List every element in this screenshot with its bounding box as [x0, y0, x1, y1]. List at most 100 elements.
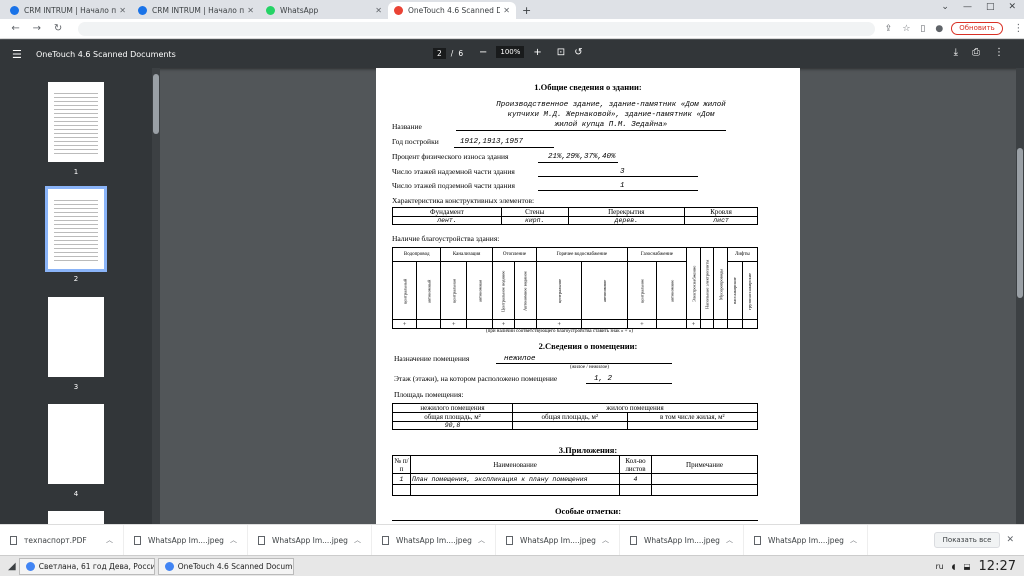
- browser-tab-onetouch[interactable]: OneTouch 4.6 Scanned Do ✕: [388, 2, 516, 19]
- forward-icon[interactable]: →: [31, 23, 42, 34]
- back-icon[interactable]: ←: [10, 23, 21, 34]
- amenity-group: Водопровод: [391, 247, 442, 262]
- print-icon[interactable]: ⎙: [972, 47, 980, 58]
- amenity-mark: +: [686, 319, 701, 329]
- browser-tab-1[interactable]: CRM INTRUM | Начало пер ✕: [4, 2, 132, 19]
- profile-icon[interactable]: ●: [935, 24, 943, 34]
- pdf-viewer: 1.Общие сведения о здании: Производствен…: [160, 68, 1024, 524]
- fit-page-icon[interactable]: ⊡: [557, 47, 565, 58]
- attach-count: 4: [619, 473, 652, 485]
- pdf-toolbar: ☰ OneTouch 4.6 Scanned Documents 2 / 6 −…: [0, 40, 1024, 68]
- amenity-mark: [741, 319, 759, 329]
- area-empty-cell: [512, 421, 628, 430]
- whatsapp-favicon-icon: [266, 6, 275, 15]
- chevron-up-icon[interactable]: ︿: [354, 535, 361, 545]
- download-item[interactable]: WhatsApp Im....jpeg ︿: [248, 524, 372, 556]
- show-all-button[interactable]: Показать все: [933, 532, 1001, 548]
- close-tab-icon[interactable]: ✕: [247, 6, 254, 15]
- download-icon[interactable]: ⤓: [954, 47, 958, 58]
- zoom-in-icon[interactable]: +: [533, 47, 541, 58]
- more-options-icon[interactable]: ⋮: [994, 47, 1004, 58]
- download-item[interactable]: WhatsApp Im....jpeg ︿: [124, 524, 248, 556]
- taskbar-item-browser-1[interactable]: Светлана, 61 год Дева, Россия, И...: [18, 557, 155, 575]
- reload-icon[interactable]: ↻: [52, 23, 63, 34]
- page-number-input[interactable]: 2: [433, 48, 446, 59]
- download-filename: WhatsApp Im....jpeg: [148, 535, 224, 545]
- minimize-icon[interactable]: —: [963, 2, 972, 12]
- viewer-scrollbar[interactable]: [1016, 68, 1024, 524]
- page-total: 6: [458, 49, 464, 58]
- update-button[interactable]: Обновить: [951, 22, 1003, 35]
- share-icon[interactable]: ⇪: [885, 24, 893, 34]
- page-thumbnail-5[interactable]: [48, 511, 104, 524]
- amenity-mark: [656, 319, 688, 329]
- download-filename: WhatsApp Im....jpeg: [520, 535, 596, 545]
- download-item[interactable]: WhatsApp Im....jpeg ︿: [620, 524, 744, 556]
- close-window-icon[interactable]: ✕: [1008, 2, 1016, 12]
- attach-empty-cell: [392, 484, 411, 496]
- close-tab-icon[interactable]: ✕: [119, 6, 126, 15]
- browser-menu-icon[interactable]: ⋮: [1013, 23, 1024, 34]
- download-item[interactable]: WhatsApp Im....jpeg ︿: [744, 524, 868, 556]
- amenity-group: Канализация: [440, 247, 493, 262]
- browser-toolbar: ← → ↻ ⇪ ☆ ▯ ● Обновить ⋮: [0, 19, 1024, 39]
- page-thumbnail-1[interactable]: [48, 82, 104, 162]
- file-icon: [754, 535, 761, 545]
- pdf-page: 1.Общие сведения о здании: Производствен…: [376, 68, 800, 524]
- amenity-col: центральная: [440, 261, 467, 320]
- download-filename: WhatsApp Im....jpeg: [644, 535, 720, 545]
- section-3-title: 3.Приложения:: [558, 445, 618, 455]
- amenity-group: Горячее водоснабжение: [536, 247, 628, 262]
- area-table: нежилого помещения жилого помещения обща…: [392, 403, 759, 430]
- download-item[interactable]: техпаспорт.PDF ︿: [0, 524, 124, 556]
- chevron-up-icon[interactable]: ︿: [106, 535, 113, 545]
- area-header: в том числе жилая, м²: [626, 412, 759, 422]
- name-label: Название: [392, 122, 422, 131]
- bookmark-star-icon[interactable]: ☆: [902, 24, 910, 34]
- browser-tab-whatsapp[interactable]: WhatsApp ✕: [260, 2, 388, 19]
- downloads-bar: техпаспорт.PDF ︿ WhatsApp Im....jpeg ︿ Wha…: [0, 524, 1024, 556]
- chevron-up-icon[interactable]: ︿: [230, 535, 237, 545]
- rotate-icon[interactable]: ↺: [574, 47, 582, 58]
- close-downloads-icon[interactable]: ✕: [1006, 535, 1014, 545]
- hamburger-menu-icon[interactable]: ☰: [12, 48, 26, 61]
- chevron-up-icon[interactable]: ︿: [726, 535, 733, 545]
- maximize-icon[interactable]: □: [986, 2, 995, 12]
- clock[interactable]: 12:27: [979, 559, 1016, 574]
- start-menu-icon[interactable]: ◢: [8, 561, 16, 572]
- close-tab-icon[interactable]: ✕: [503, 6, 510, 15]
- page-thumbnail-2[interactable]: [45, 186, 107, 272]
- amenity-group: Отопление: [491, 247, 538, 262]
- page-thumbnail-3[interactable]: [48, 297, 104, 377]
- attach-header: № п/п: [392, 455, 411, 474]
- system-tray: ru ◖ ⬓ 12:27: [936, 559, 1016, 574]
- purpose-value: нежилое: [504, 355, 536, 363]
- network-icon[interactable]: ⬓: [963, 562, 970, 571]
- browser-tab-2[interactable]: CRM INTRUM | Начало пер ✕: [132, 2, 260, 19]
- taskbar-item-browser-2[interactable]: OneTouch 4.6 Scanned Document...: [157, 557, 294, 575]
- amenities-note: (при наличии соответствующего благоустро…: [486, 329, 633, 334]
- zoom-out-icon[interactable]: −: [479, 47, 487, 58]
- address-bar[interactable]: [77, 21, 875, 36]
- side-panel-icon[interactable]: ▯: [920, 24, 925, 34]
- file-icon: [134, 535, 141, 545]
- amenity-mark: [466, 319, 493, 329]
- amenity-col: центральное: [536, 261, 582, 320]
- chevron-up-icon[interactable]: ︿: [478, 535, 485, 545]
- new-tab-button[interactable]: +: [522, 2, 531, 19]
- chevron-up-icon[interactable]: ︿: [850, 535, 857, 545]
- keyboard-language[interactable]: ru: [936, 562, 944, 571]
- section-2-title: 2.Сведения о помещении:: [538, 341, 638, 351]
- amenity-mark: [699, 319, 715, 329]
- volume-icon[interactable]: ◖: [951, 562, 955, 571]
- page-thumbnail-4[interactable]: [48, 404, 104, 484]
- tab-search-icon[interactable]: ⌄: [941, 2, 949, 12]
- close-tab-icon[interactable]: ✕: [375, 6, 382, 15]
- download-item[interactable]: WhatsApp Im....jpeg ︿: [372, 524, 496, 556]
- sidebar-scrollbar[interactable]: [152, 68, 160, 524]
- file-icon: [506, 535, 513, 545]
- zoom-level[interactable]: 100%: [496, 46, 525, 58]
- floors-above-value: 3: [620, 168, 625, 176]
- chevron-up-icon[interactable]: ︿: [602, 535, 609, 545]
- download-item[interactable]: WhatsApp Im....jpeg ︿: [496, 524, 620, 556]
